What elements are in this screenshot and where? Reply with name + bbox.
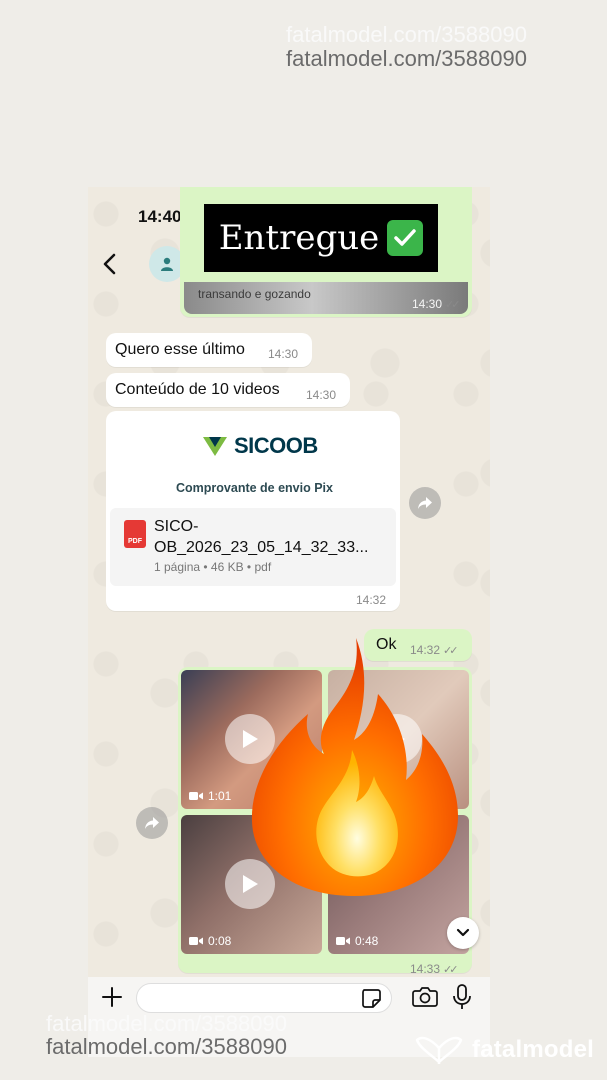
message-time: 14:30 (306, 388, 337, 402)
delivered-overlay: Entregue (204, 204, 438, 272)
document-preview: SICOOB Comprovante de envio Pix (112, 417, 394, 509)
message-time: 14:30 ✓✓ (412, 297, 461, 311)
scroll-to-bottom-button[interactable] (447, 917, 479, 949)
camera-button[interactable] (412, 985, 438, 1009)
read-ticks-icon: ✓✓ (443, 964, 459, 976)
sticker-icon (362, 989, 381, 1008)
message-time: 14:33 ✓✓ (410, 962, 459, 976)
message-text: Conteúdo de 10 videos (115, 381, 280, 398)
fire-emoji-icon (251, 638, 458, 896)
sticker-button[interactable] (360, 987, 382, 1009)
watermark-top-ghost: fatalmodel.com/3588090 (286, 22, 527, 47)
incoming-message[interactable]: Conteúdo de 10 videos 14:30 (106, 373, 350, 407)
message-time: 14:32 (356, 593, 387, 607)
sicoob-mark-icon (203, 437, 227, 456)
chat-screenshot: 14:40 transando e gozando 14:30 ✓✓ Quero … (88, 187, 490, 1057)
message-time: 14:30 (268, 347, 299, 361)
forward-icon (418, 497, 432, 509)
media-caption: transando e gozando (198, 287, 311, 301)
fatalmodel-wordmark: fatalmodel (472, 1036, 595, 1063)
video-duration: 0:08 (208, 934, 232, 948)
video-camera-icon (189, 937, 203, 945)
delivered-label: Entregue (218, 218, 380, 258)
status-time: 14:40 (138, 207, 182, 226)
plus-icon (102, 987, 122, 1007)
watermark-bottom: fatalmodel.com/3588090 (46, 1034, 287, 1059)
message-input[interactable] (136, 983, 392, 1013)
message-text: Quero esse último (115, 341, 245, 358)
back-arrow-icon (103, 253, 116, 275)
forward-button[interactable] (409, 487, 441, 519)
contact-avatar-icon (161, 257, 173, 271)
document-file-row[interactable]: PDF SICO-OB_2026_23_05_14_32_33... 1 pág… (110, 508, 396, 586)
video-camera-icon (336, 937, 350, 945)
forward-button[interactable] (136, 807, 168, 839)
microphone-button[interactable] (452, 983, 472, 1011)
video-meta: 1:01 (189, 789, 231, 803)
fatalmodel-logo: fatalmodel (414, 1032, 594, 1068)
microphone-icon (453, 984, 471, 1009)
forward-icon (145, 817, 159, 829)
video-duration: 0:48 (355, 934, 379, 948)
read-ticks-icon: ✓✓ (445, 299, 461, 311)
incoming-message[interactable]: Quero esse último 14:30 (106, 333, 312, 367)
document-subtitle: Comprovante de envio Pix (176, 481, 333, 495)
camera-icon (412, 987, 438, 1007)
fatalmodel-logo-icon (415, 1036, 463, 1064)
sicoob-logo: SICOOB (202, 433, 318, 459)
video-meta: 0:08 (189, 934, 231, 948)
attach-button[interactable] (100, 985, 124, 1009)
watermark-top: fatalmodel.com/3588090 (286, 46, 527, 71)
incoming-document-message[interactable]: SICOOB Comprovante de envio Pix PDF SICO… (106, 411, 400, 611)
document-filename: SICO-OB_2026_23_05_14_32_33... (154, 518, 369, 556)
document-meta: 1 página • 46 KB • pdf (154, 560, 272, 574)
pdf-icon: PDF (124, 520, 146, 548)
chevron-down-icon (456, 928, 470, 937)
back-button[interactable] (96, 249, 122, 279)
sicoob-wordmark: SICOOB (234, 433, 318, 458)
video-meta: 0:48 (336, 934, 378, 948)
check-mark-icon (387, 220, 424, 256)
video-camera-icon (189, 792, 203, 800)
video-duration: 1:01 (208, 789, 232, 803)
